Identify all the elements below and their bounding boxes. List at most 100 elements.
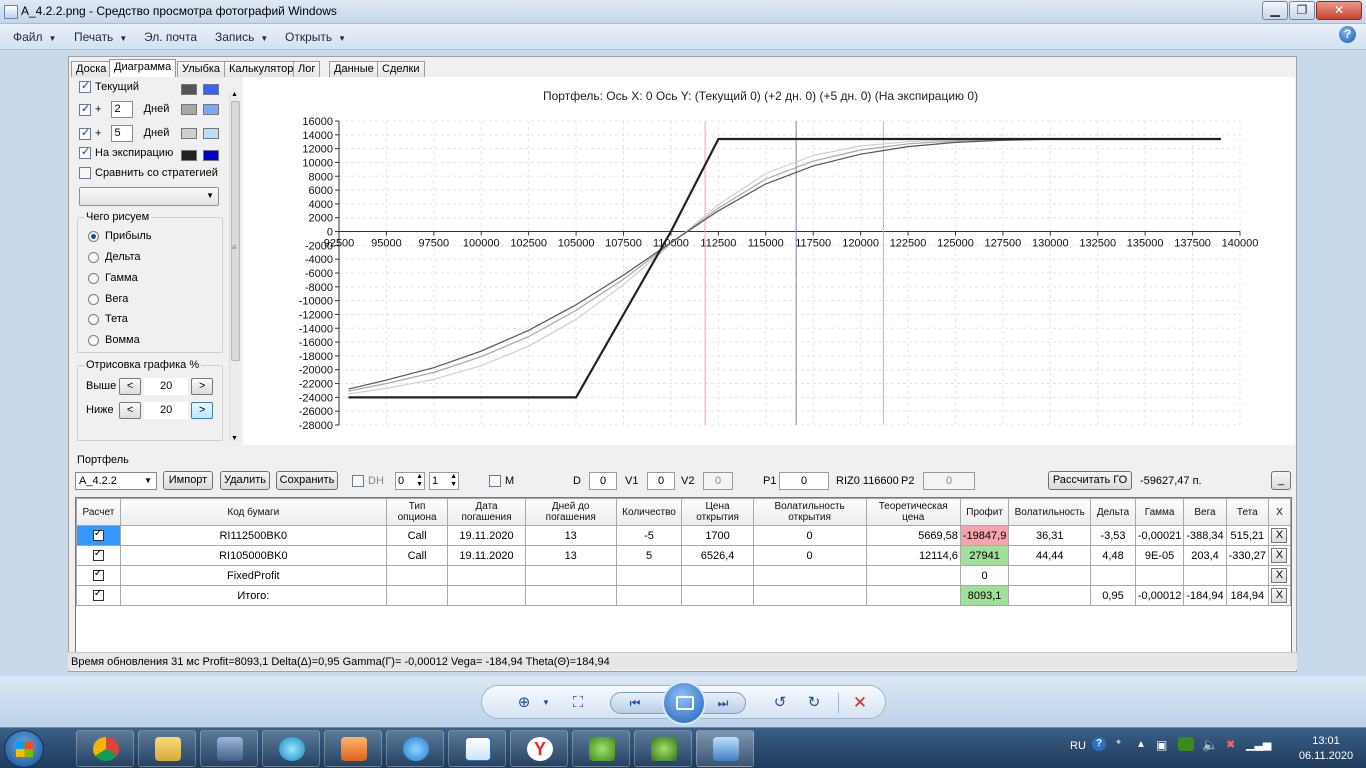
current-gray-swatch[interactable]	[181, 84, 197, 95]
header-delta[interactable]: Дельта	[1090, 498, 1136, 526]
radio-profit[interactable]: Прибыль	[88, 230, 152, 248]
import-button[interactable]: Импорт	[163, 471, 213, 490]
header-code[interactable]: Код бумаги	[119, 498, 387, 526]
help-tray-icon[interactable]: ?	[1092, 737, 1106, 751]
plus5-checkbox[interactable]	[79, 126, 91, 140]
radio-button[interactable]	[88, 313, 99, 325]
tab-smile[interactable]: Улыбка	[177, 61, 226, 77]
days-input-2[interactable]: 5	[110, 125, 133, 142]
security-app-icon[interactable]	[262, 730, 320, 767]
yandex-browser-icon[interactable]: Y	[510, 730, 568, 767]
chrome-icon[interactable]	[76, 730, 134, 767]
radio-delta[interactable]: Дельта	[88, 251, 141, 269]
delete-button[interactable]: Удалить	[220, 471, 270, 490]
header-vega[interactable]: Вега	[1183, 498, 1227, 526]
below-increase-button[interactable]: >	[191, 402, 214, 419]
calculate-margin-button[interactable]: Рассчитать ГО	[1048, 471, 1132, 490]
table-row[interactable]: RI112500BK0 Call 19.11.2020 13 -5 1700 0…	[76, 525, 1291, 546]
clock[interactable]: 13:01 06.11.2020	[1292, 734, 1360, 764]
v2-field[interactable]: 0	[703, 472, 733, 490]
plus2-blue-swatch[interactable]	[203, 104, 219, 115]
tab-diagram[interactable]: Диаграмма	[109, 59, 177, 77]
menu-file[interactable]: Файл ▼	[13, 30, 56, 44]
radio-theta[interactable]: Тета	[88, 313, 128, 331]
photo-viewer-taskbar-icon[interactable]	[696, 730, 754, 767]
plus2-checkbox[interactable]	[79, 102, 91, 116]
header-vol-open[interactable]: Волатильность открытия	[752, 498, 867, 526]
table-row[interactable]: RI105000BK0 Call 19.11.2020 13 5 6526,4 …	[76, 545, 1291, 566]
save-button[interactable]: Сохранить	[276, 471, 338, 490]
header-theo[interactable]: Теоретическая цена	[865, 498, 961, 526]
radio-gamma[interactable]: Гамма	[88, 272, 138, 290]
zoom-icon[interactable]: ⊕	[512, 693, 536, 713]
header-days[interactable]: Дней до погашения	[524, 498, 617, 526]
show-hidden-icons[interactable]: ▲	[1136, 739, 1146, 750]
menu-print[interactable]: Печать ▼	[74, 30, 127, 44]
caret-down-icon[interactable]: ▼	[534, 693, 558, 713]
header-theta[interactable]: Тета	[1225, 498, 1269, 526]
portfolio-select[interactable]: A_4.2.2 ▼	[75, 472, 157, 490]
calc-cell[interactable]	[76, 525, 121, 546]
header-profit[interactable]: Профит	[959, 498, 1010, 526]
days-input-1[interactable]: 2	[110, 101, 133, 118]
payoff-chart[interactable]: Портфель: Ось X: 0 Ось Y: (Текущий 0) (+…	[243, 77, 1295, 445]
calc-checkbox[interactable]	[92, 548, 104, 562]
tab-data[interactable]: Данные	[329, 61, 379, 77]
table-row[interactable]: FixedProfit 0 X	[76, 565, 1291, 586]
internet-explorer-icon[interactable]	[386, 730, 444, 767]
spin-arrows-icon[interactable]: ▲ ▼	[450, 473, 457, 489]
header-qty[interactable]: Количество	[615, 498, 683, 526]
help-icon[interactable]: ?	[1339, 26, 1356, 43]
next-icon[interactable]: ⏭	[711, 693, 735, 713]
expiration-checkbox[interactable]	[79, 145, 91, 160]
strategy-dropdown[interactable]: ▼	[79, 187, 219, 206]
slideshow-button[interactable]	[662, 681, 706, 725]
radio-vomma[interactable]: Вомма	[88, 334, 140, 352]
dh-spin-2[interactable]: 1 ▲ ▼	[429, 472, 459, 490]
table-row-total[interactable]: Итого: 8093,1 0,95 -0,00012 -184,94 184,…	[76, 585, 1291, 606]
dh-checkbox[interactable]	[352, 475, 364, 488]
tray-pin-icon[interactable]: ⌖	[1116, 737, 1121, 748]
collapse-button[interactable]: _	[1271, 471, 1291, 490]
menu-open[interactable]: Открыть ▼	[285, 30, 346, 44]
rotate-right-icon[interactable]: ↻	[802, 693, 826, 713]
calc-cell[interactable]	[76, 585, 121, 606]
remove-row-button[interactable]: X	[1271, 568, 1288, 583]
calc-checkbox[interactable]	[92, 568, 104, 582]
delete-icon[interactable]: ✕	[848, 693, 872, 713]
tab-board[interactable]: Доска	[71, 61, 112, 77]
tab-deals[interactable]: Сделки	[377, 61, 425, 77]
radio-vega[interactable]: Вега	[88, 293, 128, 311]
current-checkbox[interactable]	[79, 79, 91, 94]
header-price[interactable]: Цена открытия	[681, 498, 754, 526]
network-app-icon[interactable]	[200, 730, 258, 767]
calc-checkbox[interactable]	[92, 528, 104, 542]
plus2-gray-swatch[interactable]	[181, 104, 197, 115]
below-decrease-button[interactable]: <	[119, 402, 142, 419]
signal-icon[interactable]: ▁▃▅	[1246, 738, 1271, 751]
compare-checkbox[interactable]	[79, 167, 91, 180]
calc-cell[interactable]	[76, 565, 121, 586]
remove-row-button[interactable]: X	[1271, 588, 1288, 603]
antivirus-tray-icon[interactable]	[1178, 737, 1194, 751]
media-player-icon[interactable]	[324, 730, 382, 767]
minimize-button[interactable]: ▁	[1262, 1, 1288, 20]
header-gamma[interactable]: Гамма	[1134, 498, 1185, 526]
volume-icon[interactable]: 🔈	[1202, 737, 1218, 753]
scrollbar-thumb[interactable]	[231, 101, 240, 361]
dh-spin-1[interactable]: 0 ▲ ▼	[395, 472, 425, 490]
m-checkbox[interactable]	[489, 475, 501, 488]
header-vol[interactable]: Волатильность	[1008, 498, 1092, 526]
d-field[interactable]: 0	[589, 472, 617, 490]
radio-button[interactable]	[88, 230, 99, 242]
scroll-down-icon[interactable]: ▼	[231, 435, 238, 442]
rotate-left-icon[interactable]: ↺	[768, 693, 792, 713]
tab-calculator[interactable]: Калькулятор	[224, 61, 299, 77]
drweb-spider-icon[interactable]	[634, 730, 692, 767]
calc-checkbox[interactable]	[92, 588, 104, 602]
header-type[interactable]: Тип опциона	[385, 498, 449, 526]
previous-icon[interactable]: ⏮	[623, 693, 647, 713]
chart-app-icon[interactable]	[448, 730, 506, 767]
current-blue-swatch[interactable]	[203, 84, 219, 95]
network-status-icon[interactable]: ✖	[1226, 738, 1235, 751]
